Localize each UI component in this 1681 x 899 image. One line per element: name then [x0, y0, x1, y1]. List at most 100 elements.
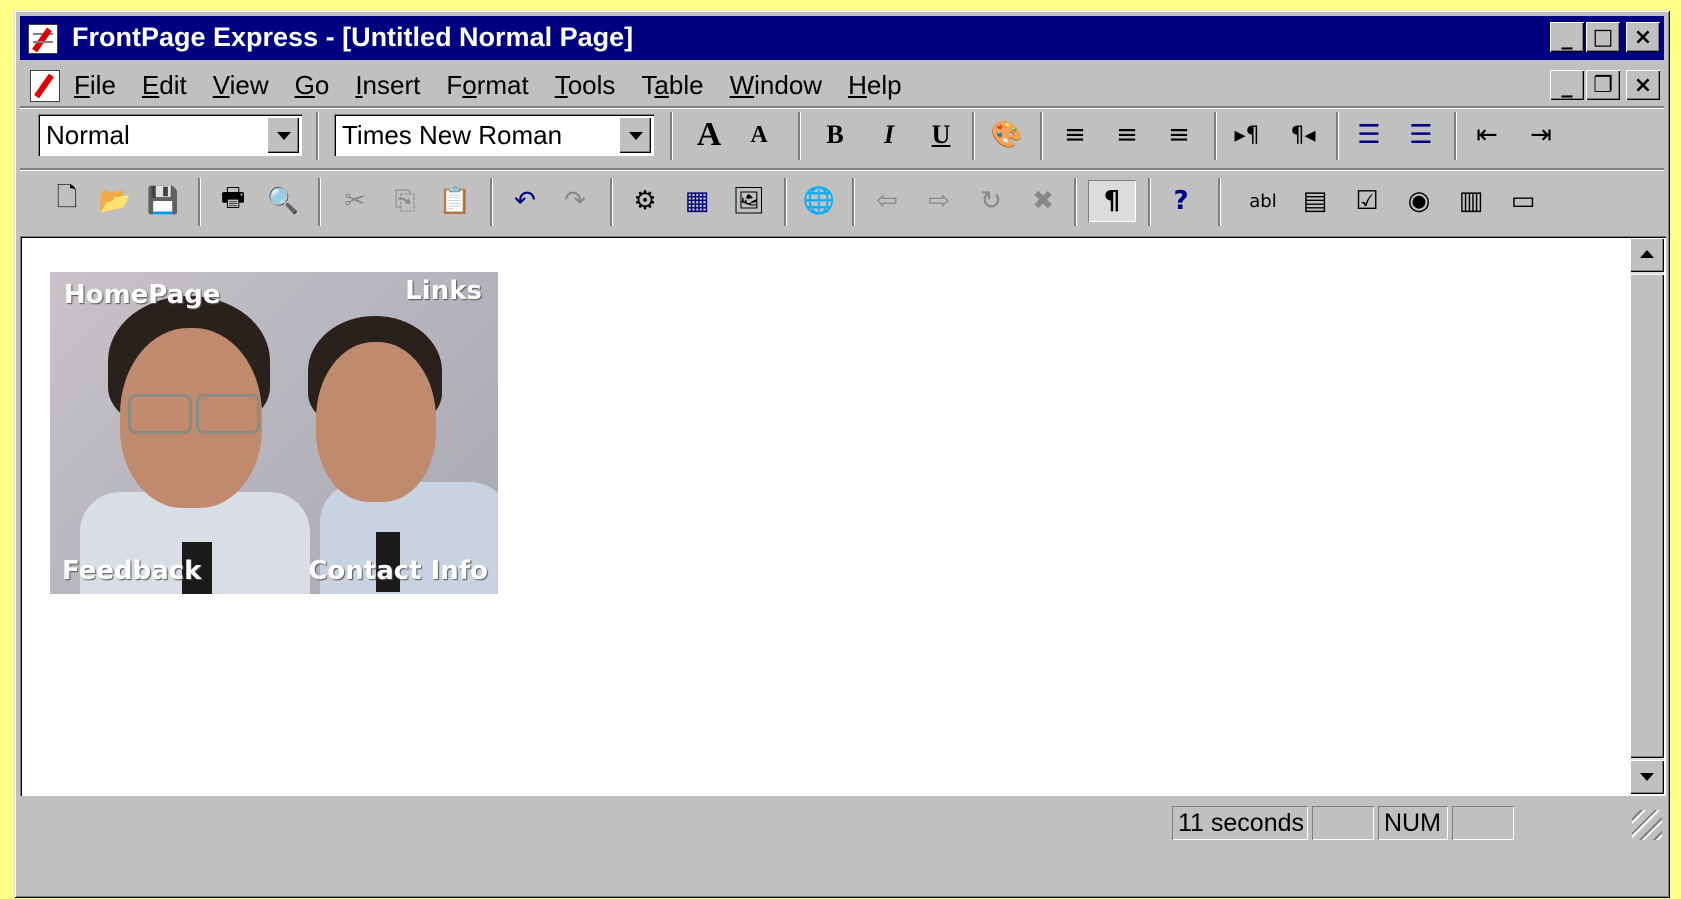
separator	[610, 178, 612, 226]
copy-icon[interactable]: ⎘	[384, 180, 426, 222]
separator	[852, 178, 854, 226]
contact-info-link[interactable]: Contact Info	[308, 556, 488, 586]
back-icon[interactable]: ⇦	[866, 180, 908, 222]
status-panel-empty	[1312, 806, 1374, 840]
save-icon[interactable]: 💾	[142, 180, 184, 222]
style-dropdown-arrow-icon[interactable]	[267, 117, 299, 153]
doc-restore-button[interactable]: ❐	[1586, 70, 1620, 100]
help-pointer-icon[interactable]: ?	[1160, 180, 1202, 222]
redo-icon[interactable]: ↷	[554, 180, 596, 222]
doc-minimize-button[interactable]: _	[1550, 70, 1584, 100]
scroll-up-arrow-icon[interactable]	[1630, 238, 1664, 272]
scroll-thumb[interactable]	[1630, 274, 1664, 758]
document-icon[interactable]	[30, 70, 60, 102]
window-title: FrontPage Express - [Untitled Normal Pag…	[72, 22, 634, 52]
show-formatting-marks-icon[interactable]: ¶	[1088, 180, 1136, 222]
radio-button-icon[interactable]: ◉	[1398, 180, 1440, 222]
align-right-icon[interactable]: ≡	[1158, 114, 1200, 156]
hyperlink-icon[interactable]: 🌐	[798, 180, 840, 222]
separator	[490, 178, 492, 226]
separator	[972, 112, 974, 160]
standard-toolbar: 🗋 📂 💾 🖶 🔍 ✂ ⎘ 📋 ↶ ↷ ⚙ ▦ 🖼 🌐 ⇦ ⇨ ↻ ✖ ¶ ? …	[20, 168, 1664, 234]
decrease-font-size-icon[interactable]: A	[738, 114, 780, 156]
homepage-link[interactable]: HomePage	[64, 280, 221, 310]
status-panel-empty	[1452, 806, 1514, 840]
separator	[1218, 178, 1220, 226]
separator	[798, 112, 800, 160]
separator	[670, 112, 672, 160]
resize-grip[interactable]	[1632, 810, 1662, 840]
align-center-icon[interactable]: ≡	[1106, 114, 1148, 156]
forward-icon[interactable]: ⇨	[918, 180, 960, 222]
frontpage-app-icon[interactable]	[28, 24, 58, 54]
print-preview-icon[interactable]: 🔍	[262, 180, 304, 222]
insert-table-icon[interactable]: ▦	[676, 180, 718, 222]
menu-go[interactable]: Go	[295, 70, 330, 101]
text-color-icon[interactable]: 🎨	[986, 114, 1028, 156]
download-time-status: 11 seconds	[1172, 806, 1308, 840]
font-dropdown-arrow-icon[interactable]	[619, 117, 651, 153]
style-dropdown[interactable]: Normal	[38, 114, 302, 156]
align-left-icon[interactable]: ≡	[1054, 114, 1096, 156]
right-to-left-icon[interactable]: ¶◂	[1282, 114, 1324, 156]
bulleted-list-icon[interactable]: ☰	[1400, 114, 1442, 156]
stop-icon[interactable]: ✖	[1022, 180, 1064, 222]
refresh-icon[interactable]: ↻	[970, 180, 1012, 222]
underline-icon[interactable]: U	[920, 114, 962, 156]
separator	[318, 178, 320, 226]
menu-view[interactable]: View	[213, 70, 269, 101]
bold-icon[interactable]: B	[814, 114, 856, 156]
one-line-textbox-icon[interactable]: abl	[1242, 180, 1284, 222]
separator	[1454, 112, 1456, 160]
separator	[1214, 112, 1216, 160]
application-window: FrontPage Express - [Untitled Normal Pag…	[14, 10, 1670, 898]
drop-down-menu-icon[interactable]: ▥	[1450, 180, 1492, 222]
links-link[interactable]: Links	[405, 276, 482, 306]
italic-icon[interactable]: I	[868, 114, 910, 156]
vertical-scrollbar[interactable]	[1630, 238, 1664, 794]
menu-insert[interactable]: Insert	[355, 70, 420, 101]
increase-font-size-icon[interactable]: A	[688, 114, 730, 156]
editor-canvas[interactable]: HomePage Links Feedback Contact Info	[20, 236, 1666, 796]
menu-table[interactable]: Table	[641, 70, 703, 101]
left-to-right-icon[interactable]: ▸¶	[1226, 114, 1268, 156]
menu-help[interactable]: Help	[848, 70, 901, 101]
menu-edit[interactable]: Edit	[142, 70, 187, 101]
separator	[1074, 178, 1076, 226]
navigation-image[interactable]: HomePage Links Feedback Contact Info	[50, 272, 498, 594]
minimize-button[interactable]: _	[1550, 22, 1584, 52]
paste-icon[interactable]: 📋	[434, 180, 476, 222]
font-value: Times New Roman	[342, 120, 563, 150]
menu-format[interactable]: Format	[446, 70, 528, 101]
new-page-icon[interactable]: 🗋	[46, 180, 88, 222]
title-bar[interactable]: FrontPage Express - [Untitled Normal Pag…	[20, 16, 1664, 60]
menu-file[interactable]: File	[74, 70, 116, 101]
style-value: Normal	[46, 120, 130, 150]
scrolling-textbox-icon[interactable]: ▤	[1294, 180, 1336, 222]
format-toolbar: Normal Times New Roman A A B I U 🎨 ≡ ≡ ≡…	[20, 102, 1664, 168]
numbered-list-icon[interactable]: ☰	[1348, 114, 1390, 156]
menu-tools[interactable]: Tools	[555, 70, 616, 101]
font-dropdown[interactable]: Times New Roman	[334, 114, 654, 156]
checkbox-icon[interactable]: ☑	[1346, 180, 1388, 222]
feedback-link[interactable]: Feedback	[62, 556, 201, 586]
separator	[198, 178, 200, 226]
maximize-button[interactable]: □	[1586, 22, 1620, 52]
separator	[1148, 178, 1150, 226]
insert-image-icon[interactable]: 🖼	[728, 180, 770, 222]
open-folder-icon[interactable]: 📂	[94, 180, 136, 222]
scroll-down-arrow-icon[interactable]	[1630, 760, 1664, 794]
separator	[1040, 112, 1042, 160]
decrease-indent-icon[interactable]: ⇤	[1466, 114, 1508, 156]
doc-close-button[interactable]: ×	[1626, 70, 1660, 100]
undo-icon[interactable]: ↶	[504, 180, 546, 222]
menu-window[interactable]: Window	[730, 70, 822, 101]
num-lock-status: NUM	[1378, 806, 1448, 840]
cut-icon[interactable]: ✂	[334, 180, 376, 222]
webbot-component-icon[interactable]: ⚙	[624, 180, 666, 222]
print-icon[interactable]: 🖶	[212, 180, 254, 222]
increase-indent-icon[interactable]: ⇥	[1520, 114, 1562, 156]
close-button[interactable]: ×	[1626, 22, 1660, 52]
separator	[316, 112, 318, 160]
push-button-icon[interactable]: ▭	[1502, 180, 1544, 222]
